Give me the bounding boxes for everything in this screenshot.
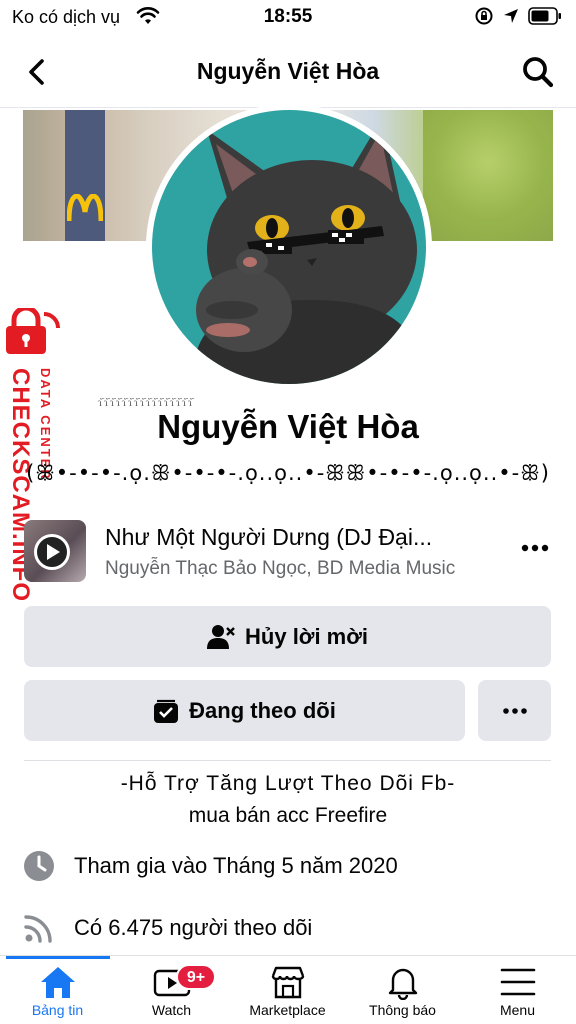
search-icon[interactable] (520, 54, 556, 90)
music-title: Như Một Người Dưng (DJ Đại... (105, 524, 433, 550)
status-bar: Ko có dịch vụ 18:55 (0, 0, 576, 34)
bell-icon (388, 968, 417, 1000)
tab-menu-label: Menu (499, 1002, 536, 1018)
joined-date-text: Tham gia vào Tháng 5 năm 2020 (74, 853, 398, 878)
following-inbox-icon (154, 699, 179, 723)
clock-icon (24, 851, 54, 881)
following-button[interactable]: Đang theo dõi (24, 680, 465, 741)
bio-line-1: -Hỗ Trợ Tăng Lượt Theo Dõi Fb- (120, 772, 456, 795)
tab-watch-label: Watch (151, 1002, 192, 1018)
rss-icon (24, 915, 52, 943)
status-right (474, 6, 562, 26)
profile-avatar[interactable] (146, 104, 432, 390)
more-options-icon[interactable] (520, 538, 550, 558)
followers-count-text: Có 6.475 người theo dõi (74, 915, 313, 940)
following-label: Đang theo dõi (189, 697, 336, 723)
avatar-image (152, 110, 426, 384)
profile-name: Nguyễn Việt Hòa (157, 408, 419, 445)
cancel-friend-request-button[interactable]: Hủy lời mời (24, 606, 551, 667)
page-title: Nguyễn Việt Hòa (196, 58, 380, 84)
watch-badge: 9+ (176, 964, 216, 990)
active-tab-indicator (6, 956, 110, 959)
tab-marketplace-label: Marketplace (249, 1002, 326, 1018)
more-actions-button[interactable] (478, 680, 551, 741)
battery-icon (528, 7, 561, 25)
rotation-lock-icon (475, 7, 493, 25)
profile-music[interactable]: Như Một Người Dưng (DJ Đại... Nguyễn Thạ… (24, 516, 554, 586)
joined-date-row: Tham gia vào Tháng 5 năm 2020 (22, 848, 562, 884)
cover-tree-shape (423, 110, 553, 241)
home-icon (40, 967, 75, 998)
play-button[interactable] (34, 534, 70, 570)
cancel-request-label: Hủy lời mời (245, 623, 368, 649)
ellipsis-icon (502, 707, 527, 714)
bio-line-2: mua bán acc Freefire (188, 804, 388, 827)
mcdonalds-logo (67, 194, 103, 222)
user-cancel-icon (207, 624, 235, 649)
menu-icon (500, 968, 535, 996)
music-artist: Nguyễn Thạc Bảo Ngọc, BD Media Music (105, 558, 456, 579)
followers-row[interactable]: Có 6.475 người theo dõi (22, 910, 562, 946)
tab-menu[interactable]: Menu (460, 964, 575, 1024)
music-thumbnail[interactable] (24, 520, 86, 582)
tab-watch[interactable]: 9+ Watch (114, 964, 229, 1024)
tab-home[interactable]: Bảng tin (0, 964, 115, 1024)
profile-nickname: (ꕥ•-•-•-.ọ.ꕥ•-•-•-.ọ..ọ..•-ꕥꕥ•-•-•-.ọ..ọ… (26, 461, 550, 485)
location-icon (504, 9, 518, 23)
nav-bar: Nguyễn Việt Hòa (0, 36, 576, 108)
divider (24, 760, 551, 761)
padlock-icon (6, 308, 60, 354)
tab-notifications-label: Thông báo (369, 1002, 436, 1018)
tab-marketplace[interactable]: Marketplace (230, 964, 345, 1024)
tab-home-label: Bảng tin (31, 1002, 84, 1018)
bottom-tab-bar: Bảng tin 9+ Watch Marketplace Thông báo … (0, 955, 576, 1024)
cat-illustration (192, 118, 426, 384)
tab-notifications[interactable]: Thông báo (345, 964, 460, 1024)
play-icon (47, 544, 60, 560)
marketplace-icon (271, 966, 304, 999)
